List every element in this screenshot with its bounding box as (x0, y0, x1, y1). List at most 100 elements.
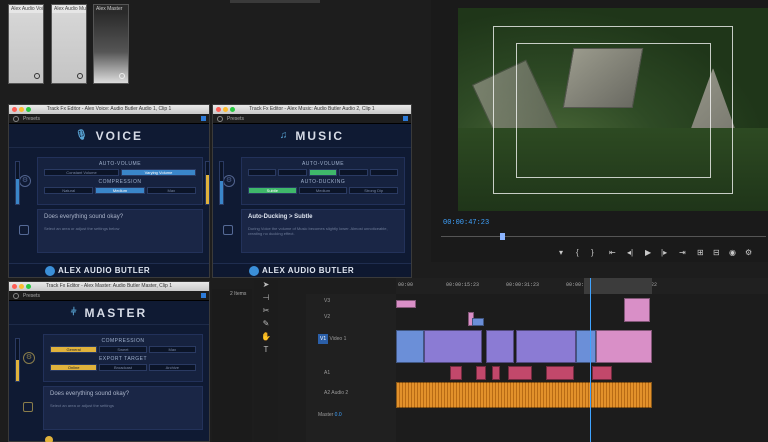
auto-volume-option[interactable] (278, 169, 307, 176)
audio-clip[interactable] (492, 366, 500, 380)
audio-clip[interactable] (508, 366, 532, 380)
export-archive[interactable]: Archive (148, 364, 196, 371)
selection-tool-icon[interactable]: ➤ (254, 280, 278, 293)
work-area-bar[interactable] (584, 278, 652, 294)
gear-icon[interactable]: ⚙ (19, 175, 31, 187)
window-titlebar[interactable]: Track Fx Editor - Alex Master: Audio But… (9, 282, 209, 291)
audio-clip[interactable] (546, 366, 574, 380)
compression-selector[interactable]: Natural Medium Max (44, 187, 196, 194)
compression-max[interactable]: Max (148, 346, 196, 353)
auto-volume-option[interactable] (308, 169, 338, 176)
play-icon[interactable]: ▶ (645, 248, 651, 257)
auto-volume-selector[interactable]: Constant Volume Varying Volume (44, 169, 196, 176)
gear-icon[interactable]: ⚙ (23, 352, 35, 364)
music-audio-clip[interactable] (396, 382, 652, 408)
go-to-out-icon[interactable]: ⇥ (679, 248, 686, 257)
output-level-slider[interactable] (205, 161, 210, 205)
ducking-medium[interactable]: Medium (298, 187, 348, 194)
timeline-playhead[interactable] (590, 278, 591, 442)
step-back-icon[interactable]: ◂| (627, 248, 633, 257)
step-forward-icon[interactable]: |▸ (661, 248, 667, 257)
track-header-v3[interactable]: V3 (306, 298, 396, 304)
timeline-panel[interactable]: 00:00 00:00:15:23 00:00:31:23 00:00:47:2… (396, 278, 768, 442)
audio-clip[interactable] (476, 366, 486, 380)
playhead-timecode[interactable]: 00:00:47:23 (443, 219, 489, 227)
export-online[interactable]: Online (50, 364, 98, 371)
compression-natural[interactable]: Natural (44, 187, 94, 194)
auto-volume-selector[interactable] (248, 169, 399, 176)
input-level-slider[interactable] (15, 338, 20, 382)
hand-tool-icon[interactable]: ✋ (254, 332, 278, 345)
ducking-strong[interactable]: Strong Dip (349, 187, 399, 194)
ripple-edit-tool-icon[interactable]: ⊣ (254, 293, 278, 306)
video-frame[interactable] (458, 8, 768, 211)
auto-volume-option[interactable] (339, 169, 368, 176)
compression-medium[interactable]: Medium (95, 187, 145, 194)
enable-icon[interactable] (403, 116, 408, 121)
window-titlebar[interactable]: Track Fx Editor - Alex Voice: Audio Butl… (9, 105, 209, 114)
scrubber-playhead[interactable] (499, 233, 505, 240)
settings-icon[interactable]: ⚙ (745, 248, 752, 257)
presets-bar[interactable]: Presets (9, 114, 209, 124)
input-level-slider[interactable] (15, 161, 20, 205)
track-header-v1[interactable]: V1 Video 1 (306, 334, 396, 364)
pen-tool-icon[interactable]: ✎ (254, 319, 278, 332)
power-icon[interactable] (13, 293, 19, 299)
video-clip[interactable] (396, 300, 416, 308)
video-clip[interactable] (516, 330, 576, 363)
auto-volume-option[interactable] (369, 169, 399, 176)
compression-general[interactable]: General (50, 346, 98, 353)
video-clip[interactable] (424, 330, 482, 363)
time-ruler[interactable]: 00:00 00:00:15:23 00:00:31:23 00:00:47:2… (396, 278, 768, 294)
compression-sweet[interactable]: Sweet (99, 346, 147, 353)
video-clip[interactable] (576, 330, 596, 363)
lift-icon[interactable]: ⊞ (697, 248, 704, 257)
enable-icon[interactable] (201, 293, 206, 298)
presets-bar[interactable]: Presets (9, 291, 209, 301)
track-header-a1[interactable]: A1 (306, 370, 396, 376)
video-clip[interactable] (596, 330, 652, 363)
mark-in-icon[interactable]: { (576, 248, 579, 257)
enable-icon[interactable] (201, 116, 206, 121)
extract-icon[interactable]: ⊟ (713, 248, 720, 257)
export-target-selector[interactable]: Online Broadcast Archive (50, 364, 196, 371)
presets-bar[interactable]: Presets (213, 114, 411, 124)
auto-ducking-selector[interactable]: Subtle Medium Strong Dip (248, 187, 399, 194)
power-icon[interactable] (13, 116, 19, 122)
marker-icon[interactable]: ▾ (559, 248, 563, 257)
auto-volume-option[interactable] (248, 169, 277, 176)
auto-volume-varying[interactable]: Varying Volume (121, 169, 196, 176)
compression-selector[interactable]: General Sweet Max (50, 346, 196, 353)
window-titlebar[interactable]: Track Fx Editor - Alex Music: Audio Butl… (213, 105, 411, 114)
export-broadcast[interactable]: Broadcast (99, 364, 147, 371)
audio-clip[interactable] (450, 366, 462, 380)
master-settings-panel: COMPRESSION General Sweet Max EXPORT TAR… (43, 334, 203, 382)
track-header-v2[interactable]: V2 (306, 314, 396, 320)
voice-plugin-window: Track Fx Editor - Alex Voice: Audio Butl… (8, 104, 210, 278)
plugin-thumbnail[interactable]: Alex Audio Voice (8, 4, 44, 84)
camera-icon[interactable]: ◉ (729, 248, 736, 257)
video-clip[interactable] (624, 298, 650, 322)
audio-clip[interactable] (592, 366, 612, 380)
ducking-subtle[interactable]: Subtle (248, 187, 297, 194)
gear-icon[interactable]: ⚙ (223, 175, 235, 187)
video-clip[interactable] (486, 330, 514, 363)
go-to-in-icon[interactable]: ⇤ (609, 248, 616, 257)
video-clip[interactable] (396, 330, 424, 363)
razor-tool-icon[interactable]: ✂ (254, 306, 278, 319)
plugin-thumbnail[interactable]: Alex Master (93, 4, 129, 84)
track-header-a2[interactable]: A2 Audio 2 (306, 390, 396, 396)
export-target-label: EXPORT TARGET (98, 356, 148, 362)
mark-out-icon[interactable]: } (591, 248, 594, 257)
auto-volume-constant[interactable]: Constant Volume (44, 169, 119, 176)
compression-max[interactable]: Max (146, 187, 196, 194)
power-icon[interactable] (217, 116, 223, 122)
plugin-thumbnail[interactable]: Alex Audio Music (51, 4, 87, 84)
input-level-slider[interactable] (219, 161, 224, 205)
scrubber-track[interactable] (441, 236, 766, 237)
video-clip[interactable] (472, 318, 484, 326)
master-plugin-window: Track Fx Editor - Alex Master: Audio But… (8, 281, 210, 442)
type-tool-icon[interactable]: T (254, 345, 278, 358)
track-header-master[interactable]: Master 0.0 (306, 412, 396, 418)
music-note-icon: ♫ (279, 130, 290, 141)
